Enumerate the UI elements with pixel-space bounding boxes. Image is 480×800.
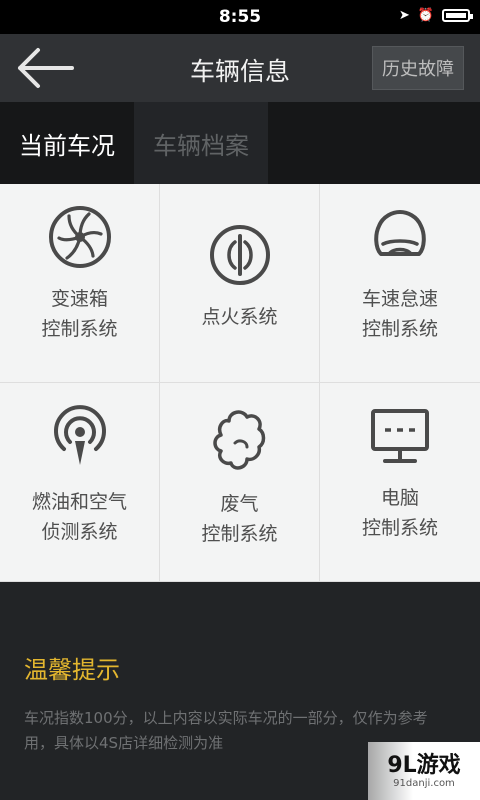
system-label: 点火系统 [201,306,278,328]
system-grid: 变速箱 控制系统 点火系统 车速怠速 控制系统 燃油和空气 侦测系统 废气 控制… [0,184,480,583]
tips-title: 温馨提示 [24,656,120,684]
system-label: 电脑 控制系统 [361,487,438,539]
alarm-icon: ⏰ [417,8,434,23]
ignition-icon [209,225,270,285]
watermark-title: 9L游戏 [387,752,461,778]
tab-bar: 当前车况 车辆档案 [0,102,480,184]
tab-current-status[interactable]: 当前车况 [0,102,134,184]
location-icon: ➤ [398,8,410,23]
status-icons: ➤ ⏰ [398,8,473,23]
watermark-subtitle: 91danji.com [393,777,455,789]
car-seat-icon [374,210,426,256]
system-computer[interactable]: 电脑 控制系统 [320,383,480,581]
status-bar: 8:55 ➤ ⏰ [0,0,480,34]
system-label: 车速怠速 控制系统 [361,288,438,340]
turbine-icon [48,206,111,268]
watermark-logo: 9L游戏 91danji.com [368,742,480,800]
exhaust-cloud-icon [212,410,265,470]
system-exhaust[interactable]: 废气 控制系统 [160,383,319,581]
nav-bar: 车辆信息 历史故障 [0,34,480,102]
back-arrow-icon [18,48,74,88]
sensor-signal-icon [53,405,106,465]
history-faults-button[interactable]: 历史故障 [372,46,464,90]
system-label: 燃油和空气 侦测系统 [31,491,127,543]
computer-monitor-icon [371,409,429,463]
battery-icon [442,9,473,22]
system-fuel-air[interactable]: 燃油和空气 侦测系统 [0,383,159,581]
system-label: 变速箱 控制系统 [41,288,118,340]
system-speed-idle[interactable]: 车速怠速 控制系统 [320,184,480,382]
system-transmission[interactable]: 变速箱 控制系统 [0,184,159,382]
system-ignition[interactable]: 点火系统 [160,184,319,382]
back-button[interactable] [14,46,76,90]
system-label: 废气 控制系统 [201,493,278,545]
tab-vehicle-archive[interactable]: 车辆档案 [134,102,268,184]
